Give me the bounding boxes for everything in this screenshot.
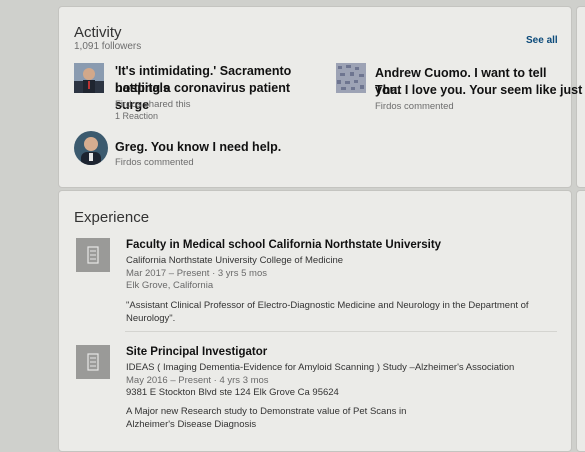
- followers-count: 1,091 followers: [74, 41, 142, 52]
- experience-role[interactable]: Faculty in Medical school California Nor…: [126, 239, 441, 251]
- experience-org: California Northstate University College…: [126, 255, 344, 266]
- activity-post[interactable]: 'It's intimidating.' Sacramento hospital…: [74, 63, 319, 123]
- experience-dates: Mar 2017 – Present · 3 yrs 5 mos: [126, 268, 267, 279]
- post-meta: Firdos commented: [375, 101, 454, 112]
- experience-title: Experience: [74, 209, 150, 226]
- experience-description-line1: "Assistant Clinical Professor of Electro…: [126, 300, 529, 311]
- experience-section: Experience Faculty in Medical school Cal…: [58, 190, 572, 452]
- experience-description-line2: Alzheimer's Disease Diagnosis: [126, 419, 257, 430]
- activity-title: Activity: [74, 24, 122, 41]
- building-icon: [76, 345, 110, 379]
- pattern-image-icon: [336, 63, 366, 93]
- experience-role[interactable]: Site Principal Investigator: [126, 346, 267, 358]
- post-title-line1[interactable]: Greg. You know I need help.: [115, 139, 281, 156]
- experience-description-line1: A Major new Research study to Demonstrat…: [126, 406, 407, 417]
- divider: [125, 331, 557, 332]
- experience-item[interactable]: Faculty in Medical school California Nor…: [76, 236, 556, 326]
- experience-description-line2: Neurology".: [126, 313, 176, 324]
- profile-avatar-icon: [74, 131, 108, 165]
- reaction-count[interactable]: 1 Reaction: [115, 111, 158, 121]
- experience-location: Elk Grove, California: [126, 280, 214, 291]
- building-icon: [76, 238, 110, 272]
- activity-section: Activity 1,091 followers See all 'It's i…: [58, 6, 585, 188]
- experience-dates: May 2016 – Present · 4 yrs 3 mos: [126, 375, 269, 386]
- see-all-link[interactable]: See all: [526, 35, 558, 46]
- post-meta: Firdos commented: [115, 157, 194, 168]
- activity-post[interactable]: Greg. You know I need help. Firdos comme…: [74, 131, 374, 171]
- activity-post[interactable]: Andrew Cuomo. I want to tell you. That I…: [336, 63, 585, 118]
- right-rail-card-lower: [576, 190, 585, 452]
- experience-location: 9381 E Stockton Blvd ste 124 Elk Grove C…: [126, 387, 339, 398]
- post-meta: Firdos shared this: [115, 99, 191, 110]
- experience-org: IDEAS ( Imaging Dementia-Evidence for Am…: [126, 362, 515, 373]
- post-title-line2[interactable]: That I love you. Your seem like just a..…: [375, 82, 585, 99]
- right-rail-card: [576, 6, 585, 188]
- experience-item[interactable]: Site Principal Investigator IDEAS ( Imag…: [76, 343, 556, 433]
- person-photo-icon: [74, 63, 104, 93]
